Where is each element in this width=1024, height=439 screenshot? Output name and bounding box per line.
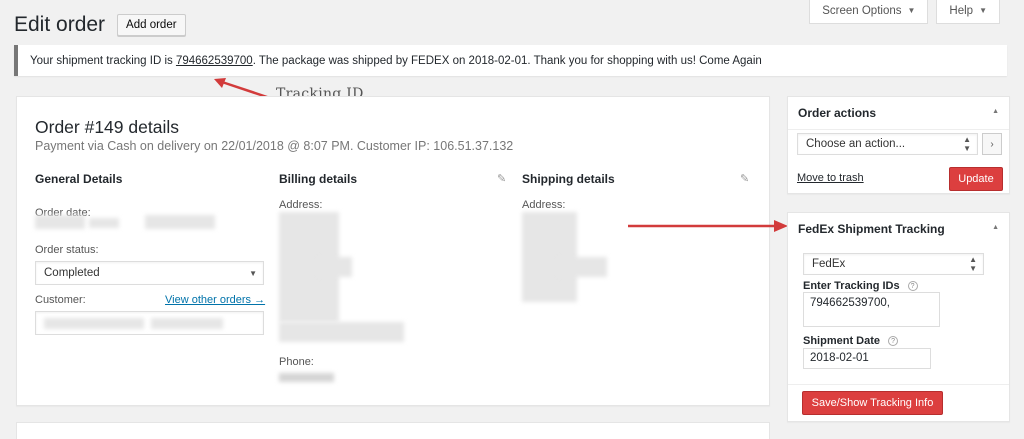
redacted-order-time — [145, 215, 215, 229]
screen-meta: Screen Options ▼ Help ▼ — [809, 0, 1000, 24]
tracking-ids-label: Enter Tracking IDs? — [803, 280, 918, 292]
apply-action-button[interactable]: › — [982, 133, 1002, 155]
shipment-date-label: Shipment Date? — [803, 335, 899, 347]
customer-label: Customer: — [35, 294, 86, 306]
arrow-icon — [628, 220, 788, 232]
order-status-label: Order status: — [35, 244, 99, 256]
order-actions-title-text: Order actions — [798, 106, 877, 120]
collapse-toggle-icon[interactable]: ▲ — [992, 108, 999, 115]
update-button[interactable]: Update — [949, 167, 1003, 191]
page-title: Edit order — [14, 13, 106, 36]
order-action-select-value: Choose an action... — [806, 138, 906, 150]
dropdown-arrow-icon: ▲ ▼ — [963, 135, 971, 153]
add-order-button[interactable]: Add order — [117, 14, 186, 36]
shipping-details-column: Shipping details — [522, 172, 752, 186]
customer-select[interactable] — [35, 311, 264, 335]
move-to-trash-link[interactable]: Move to trash — [797, 172, 864, 184]
shipping-details-heading: Shipping details — [522, 172, 615, 186]
redacted-order-date-part — [89, 218, 119, 228]
tracking-ids-textarea[interactable]: 794662539700, — [803, 292, 940, 327]
help-label: Help — [949, 4, 974, 17]
redacted-customer-email — [151, 318, 223, 329]
carrier-select[interactable]: FedEx ▲ ▼ — [803, 253, 984, 275]
notice-prefix: Your shipment tracking ID is — [30, 54, 176, 67]
billing-details-heading: Billing details — [279, 172, 358, 186]
order-actions-box: Order actions ▲ Choose an action... ▲ ▼ ›… — [787, 96, 1010, 194]
screen-options-label: Screen Options — [822, 4, 902, 17]
fedex-tracking-title[interactable]: FedEx Shipment Tracking ▲ — [788, 213, 1009, 245]
tracking-id-link[interactable]: 794662539700 — [176, 55, 253, 67]
chevron-right-icon: › — [990, 138, 994, 150]
save-show-tracking-button[interactable]: Save/Show Tracking Info — [802, 391, 943, 415]
edit-shipping-pencil-icon[interactable]: ✎ — [740, 172, 749, 185]
redacted-order-date — [35, 215, 85, 229]
help-tab[interactable]: Help ▼ — [936, 0, 1000, 24]
order-status-value: Completed — [44, 267, 100, 279]
order-items-panel — [16, 422, 770, 439]
caret-down-icon: ▼ — [979, 6, 987, 15]
order-action-select[interactable]: Choose an action... ▲ ▼ — [797, 133, 978, 155]
divider — [788, 384, 1009, 385]
view-other-orders-link[interactable]: View other orders → — [165, 294, 265, 306]
order-subtitle: Payment via Cash on delivery on 22/01/20… — [35, 139, 514, 153]
redacted-customer — [44, 318, 144, 329]
fedex-annotation-arrow — [628, 218, 788, 234]
help-icon[interactable]: ? — [907, 281, 918, 292]
billing-phone-label: Phone: — [279, 356, 314, 368]
redacted-billing-address-part — [317, 257, 352, 277]
carrier-select-value: FedEx — [812, 258, 846, 270]
billing-address-label: Address: — [279, 199, 323, 211]
page-header: Edit order Add order — [14, 13, 186, 37]
order-actions-title[interactable]: Order actions ▲ — [788, 97, 1009, 130]
fedex-tracking-box: FedEx Shipment Tracking ▲ FedEx ▲ ▼ Enter… — [787, 212, 1010, 422]
order-status-select[interactable]: Completed ▼ — [35, 261, 264, 285]
tracking-notice: Your shipment tracking ID is 79466253970… — [14, 45, 1007, 76]
order-title: Order #149 details — [35, 117, 179, 137]
dropdown-arrow-icon: ▼ — [249, 268, 257, 278]
notice-suffix: . The package was shipped by FEDEX on 20… — [252, 54, 762, 67]
shipment-date-label-text: Shipment Date — [803, 335, 881, 347]
tracking-ids-label-text: Enter Tracking IDs — [803, 280, 900, 292]
billing-details-column: Billing details — [279, 172, 509, 186]
order-data-panel: Order #149 details Payment via Cash on d… — [16, 96, 770, 406]
dropdown-arrow-icon: ▲ ▼ — [969, 255, 977, 273]
general-details-heading: General Details — [35, 172, 123, 186]
collapse-toggle-icon[interactable]: ▲ — [992, 224, 999, 231]
caret-down-icon: ▼ — [907, 6, 916, 15]
redacted-phone — [279, 373, 334, 382]
shipping-address-label: Address: — [522, 199, 566, 211]
redacted-shipping-address-part — [557, 257, 607, 277]
shipment-date-input[interactable]: 2018-02-01 — [803, 348, 931, 369]
general-details-column: General Details — [35, 172, 265, 186]
edit-billing-pencil-icon[interactable]: ✎ — [497, 172, 506, 185]
redacted-billing-address-line — [279, 322, 404, 342]
screen-options-tab[interactable]: Screen Options ▼ — [809, 0, 929, 24]
help-icon[interactable]: ? — [888, 336, 899, 347]
fedex-tracking-title-text: FedEx Shipment Tracking — [798, 222, 945, 236]
